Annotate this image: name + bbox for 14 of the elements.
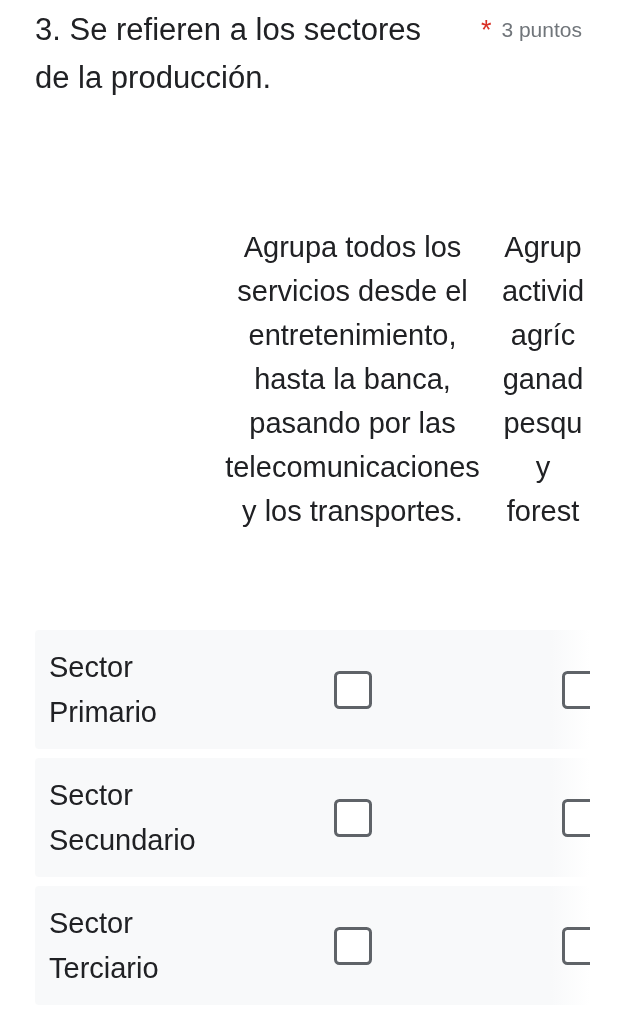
row-label: Sector Secundario — [48, 777, 197, 858]
question-title: 3. Se refieren a los sectores de la producción. — [35, 11, 422, 97]
checkbox[interactable] — [562, 670, 590, 709]
checkbox[interactable] — [333, 798, 372, 837]
checkbox[interactable] — [562, 926, 590, 965]
checkbox[interactable] — [333, 926, 372, 965]
checkbox[interactable] — [333, 670, 372, 709]
row-label: Sector Terciario — [48, 905, 160, 986]
required-asterisk: * — [480, 14, 492, 47]
row-label: Sector Primario — [48, 649, 158, 730]
column-header: Agrup activid agríc ganad pesqu y forest — [500, 230, 586, 529]
column-header: Agrupa todos los servicios desde el entretenimiento, hasta la banca, pasando por las telecomunicaciones y los transportes. — [224, 230, 481, 529]
checkbox[interactable] — [562, 798, 590, 837]
points-label: 3 puntos — [501, 17, 582, 43]
